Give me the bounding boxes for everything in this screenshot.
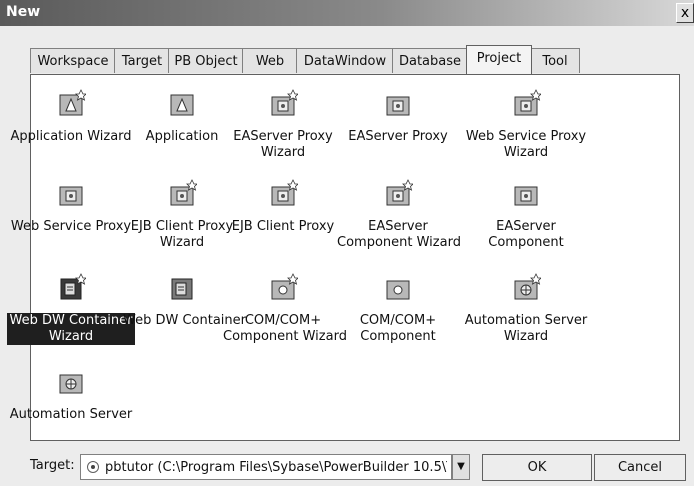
target-value: pbtutor (C:\Program Files\Sybase\PowerBu…	[105, 460, 447, 475]
project-item-label: Automation Server	[9, 407, 133, 422]
easerver-component-wizard-icon	[383, 179, 414, 209]
project-item[interactable]: EAServer Proxy	[337, 85, 459, 165]
project-item-label: Automation Server Wizard	[464, 313, 588, 344]
project-item[interactable]: EAServer Component	[453, 175, 599, 255]
easerver-component-icon	[511, 179, 541, 209]
project-item-label: EJB Client Proxy	[231, 219, 335, 234]
project-item-label: EAServer Component	[488, 219, 564, 250]
easerver-proxy-wizard-icon	[268, 89, 299, 119]
ok-button[interactable]: OK	[482, 454, 592, 481]
project-item-label: Web Service Proxy	[10, 219, 132, 234]
project-item[interactable]: EAServer Proxy Wizard	[223, 85, 343, 165]
web-service-proxy-icon	[56, 179, 86, 209]
project-item-label: EAServer Component Wizard	[337, 219, 461, 250]
target-select[interactable]: pbtutor (C:\Program Files\Sybase\PowerBu…	[80, 454, 452, 480]
project-item-label: COM/COM+ Component	[359, 313, 437, 344]
tab-web[interactable]: Web	[242, 48, 298, 73]
automation-server-icon	[56, 367, 86, 397]
project-item[interactable]: Automation Server	[7, 363, 135, 443]
project-item-label: Web Service Proxy Wizard	[465, 129, 587, 160]
tab-tool[interactable]: Tool	[530, 48, 580, 73]
tab-workspace[interactable]: Workspace	[30, 48, 116, 73]
application-wizard-icon	[56, 89, 87, 119]
web-service-proxy-wizard-icon	[511, 89, 542, 119]
project-item[interactable]: Web Service Proxy	[7, 175, 135, 255]
target-dropdown-button[interactable]: ▼	[452, 454, 470, 480]
project-item[interactable]: Web Service Proxy Wizard	[453, 85, 599, 165]
target-label: Target:	[30, 458, 75, 473]
project-item[interactable]: Web DW Container Wizard	[7, 269, 135, 349]
tab-pb-object[interactable]: PB Object	[168, 48, 244, 73]
automation-server-wizard-icon	[511, 273, 542, 303]
cancel-button[interactable]: Cancel	[594, 454, 686, 481]
project-item[interactable]: Application Wizard	[7, 85, 135, 165]
ejb-client-proxy-wizard-icon	[167, 179, 198, 209]
chevron-down-icon: ▼	[457, 461, 465, 472]
tab-project[interactable]: Project	[466, 45, 532, 74]
close-icon: x	[680, 5, 690, 21]
project-item[interactable]: COM/COM+ Component Wizard	[223, 269, 347, 349]
title-bar: New x	[0, 0, 694, 26]
tab-database[interactable]: Database	[392, 48, 468, 73]
window-title: New	[6, 4, 41, 20]
com-component-icon	[383, 273, 413, 303]
project-item[interactable]: Automation Server Wizard	[453, 269, 599, 349]
easerver-proxy-icon	[383, 89, 413, 119]
project-item-label: Web DW Container Wizard	[7, 313, 135, 345]
com-component-wizard-icon	[268, 273, 299, 303]
project-item-label: COM/COM+ Component Wizard	[223, 313, 347, 344]
project-item-label: EAServer Proxy	[348, 129, 448, 144]
close-button[interactable]: x	[676, 3, 694, 23]
web-dw-container-icon	[167, 273, 197, 303]
tab-datawindow[interactable]: DataWindow	[296, 48, 394, 73]
project-item-label: Application Wizard	[10, 129, 132, 144]
project-items-panel: Application Wizard Application EAServer Pr…	[7, 74, 680, 441]
target-radio-icon	[87, 461, 99, 473]
web-dw-container-wizard-icon	[56, 273, 87, 303]
project-item[interactable]: EJB Client Proxy	[223, 175, 343, 255]
bottom-bar: Target: pbtutor (C:\Program Files\Sybase…	[0, 448, 694, 486]
project-item[interactable]: COM/COM+ Component	[337, 269, 459, 349]
project-item[interactable]: EAServer Component Wizard	[337, 175, 461, 255]
project-item-label: EAServer Proxy Wizard	[233, 129, 333, 160]
tab-target[interactable]: Target	[114, 48, 170, 73]
ejb-client-proxy-icon	[268, 179, 299, 209]
application-icon	[167, 89, 197, 119]
